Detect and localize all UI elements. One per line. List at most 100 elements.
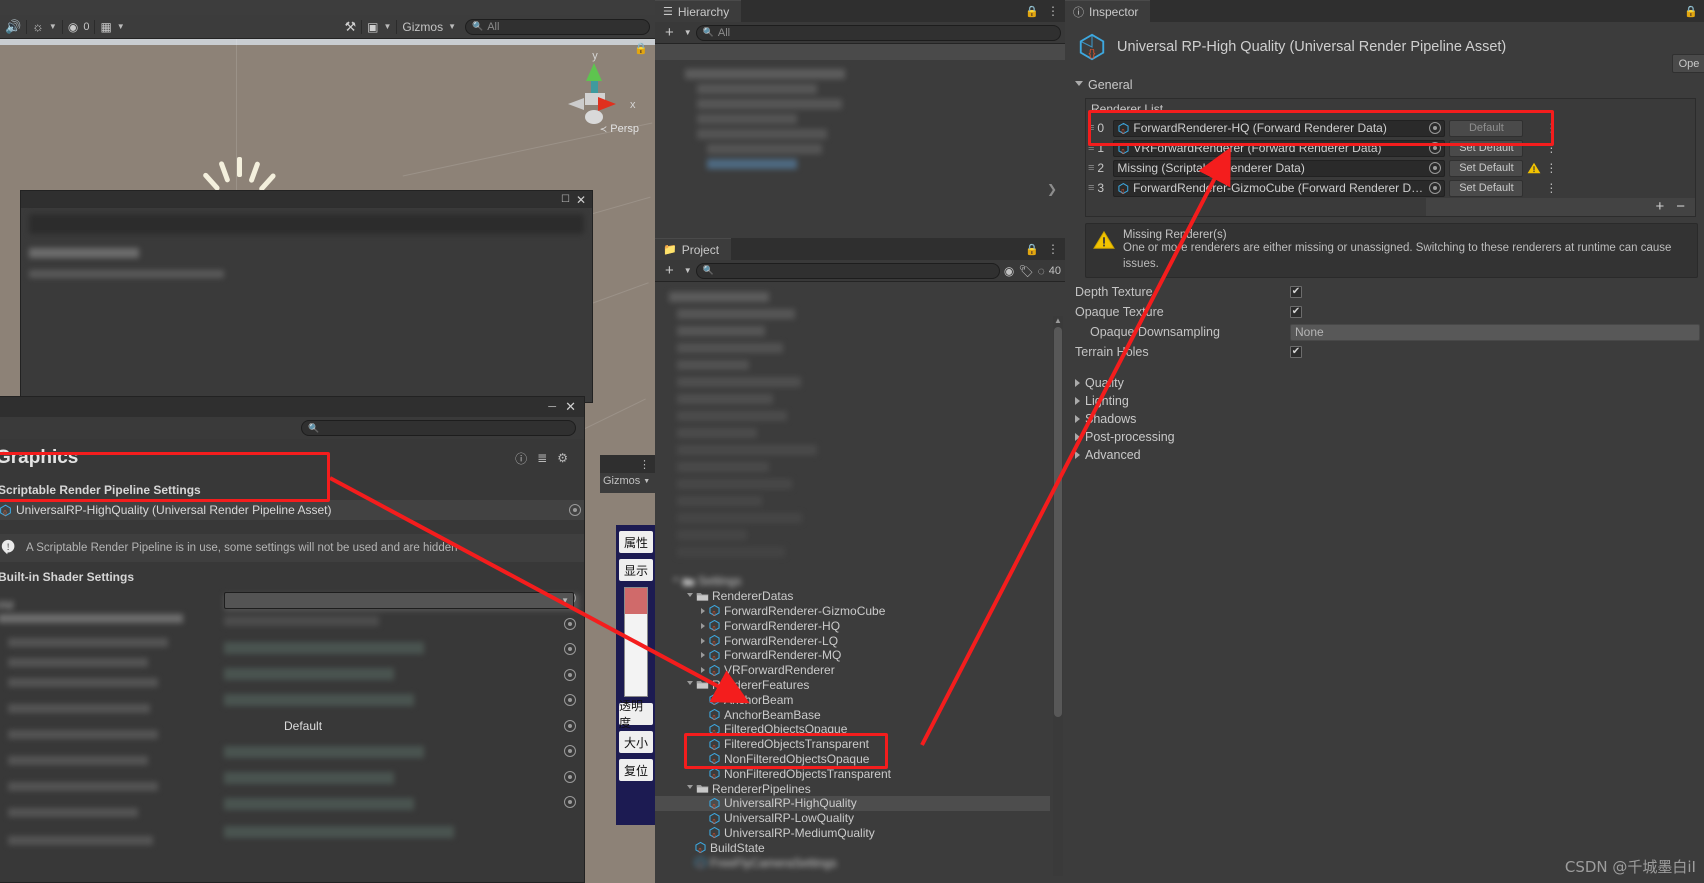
renderer-list-remove-button[interactable]: − <box>1676 199 1685 214</box>
project-tree-row[interactable]: {} FreeFlyCameraSettings <box>655 855 1050 870</box>
lock-icon[interactable]: 🔒 <box>1025 5 1039 18</box>
property-checkbox[interactable]: ✔ <box>1290 286 1302 299</box>
lock-icon[interactable]: 🔒 <box>1684 5 1698 18</box>
close-icon[interactable]: ✕ <box>565 399 576 415</box>
object-picker-icon[interactable] <box>564 617 576 630</box>
project-tree-row[interactable]: {} ForwardRenderer-MQ <box>655 648 1050 663</box>
graphics-search-input[interactable]: 🔍 <box>301 420 576 436</box>
project-tree-row[interactable]: {} BuildState <box>655 840 1050 855</box>
lock-icon[interactable]: 🔒 <box>1025 243 1039 256</box>
project-tree-row[interactable]: RendererDatas <box>655 589 1050 604</box>
section-general[interactable]: General <box>1065 74 1704 96</box>
scene-search-input[interactable]: 🔍 All <box>465 18 650 35</box>
hierarchy-add-button[interactable]: + <box>659 24 680 41</box>
object-picker-icon[interactable] <box>564 719 576 732</box>
chevron-right-icon[interactable] <box>701 607 705 614</box>
inspector-property-row[interactable]: Opaque Downsampling None <box>1075 322 1704 342</box>
chevron-right-icon[interactable] <box>701 622 705 629</box>
project-tree-row[interactable]: {} ForwardRenderer-LQ <box>655 633 1050 648</box>
filter-type-icon[interactable]: ◉ <box>1004 264 1014 278</box>
lighting-icon[interactable]: ☼ <box>32 19 44 34</box>
project-tree-row[interactable]: RendererFeatures <box>655 678 1050 693</box>
kebab-menu-icon[interactable]: ⋮ <box>639 458 650 471</box>
preset-icon[interactable]: ≣ <box>537 451 547 465</box>
grid-snap-icon[interactable]: ▦ <box>100 20 111 34</box>
tab-hierarchy[interactable]: ☰ Hierarchy <box>655 0 742 22</box>
project-tree-row[interactable]: {} AnchorBeamBase <box>655 707 1050 722</box>
tab-project[interactable]: 📁 Project <box>655 238 732 260</box>
project-tree-row[interactable]: {} VRForwardRenderer <box>655 663 1050 678</box>
chinese-vertical-toolbar[interactable]: 属性 显示 透明度 大小 复位 <box>616 525 656 825</box>
color-slider[interactable] <box>624 587 648 697</box>
renderer-object-field[interactable]: {} ForwardRenderer-GizmoCube (Forward Ren… <box>1113 179 1446 197</box>
object-picker-icon[interactable] <box>564 694 576 706</box>
project-tree-row[interactable]: {} FilteredObjectsTransparent <box>655 737 1050 752</box>
hierarchy-search-input[interactable]: 🔍 All <box>695 24 1061 41</box>
srp-asset-field[interactable]: {} UniversalRP-HighQuality (Universal Re… <box>0 500 584 520</box>
object-picker-icon[interactable] <box>1429 142 1442 154</box>
renderer-list-rows[interactable]: ≡ 0{} ForwardRenderer-HQ (Forward Renderer… <box>1086 118 1695 198</box>
inspector-property-row[interactable]: Terrain Holes ✔ <box>1075 342 1704 362</box>
kebab-menu-icon[interactable]: ⋮ <box>1047 4 1059 18</box>
chevron-down-icon[interactable]: ▼ <box>684 28 692 37</box>
drag-handle-icon[interactable]: ≡ <box>1088 142 1095 154</box>
section-post-processing[interactable]: Post-processing <box>1075 428 1704 446</box>
hierarchy-tree[interactable]: ❯ <box>655 44 1065 238</box>
color-slider-handle[interactable] <box>625 588 647 614</box>
project-tree-row[interactable]: {} ForwardRenderer-HQ <box>655 618 1050 633</box>
object-picker-icon[interactable] <box>569 504 581 516</box>
renderer-object-field[interactable]: {} ForwardRenderer-HQ (Forward Renderer D… <box>1113 119 1446 137</box>
project-tree[interactable]: Settings RendererDatas {} ForwardRenderer-G… <box>655 282 1065 882</box>
inspector-foldouts[interactable]: Quality Lighting Shadows Post-processing Adv… <box>1065 374 1704 464</box>
project-tree-rows[interactable]: Settings RendererDatas {} ForwardRenderer-G… <box>655 574 1050 870</box>
project-search-input[interactable]: 🔍 <box>695 262 1000 279</box>
project-tree-row[interactable]: {} AnchorBeam <box>655 692 1050 707</box>
project-scrollbar[interactable]: ▲ <box>1053 316 1063 876</box>
chevron-down-icon[interactable] <box>687 785 693 792</box>
inspector-properties[interactable]: Depth Texture ✔ Opaque Texture ✔ Opaque Down… <box>1065 282 1704 362</box>
maximize-icon[interactable]: ☐ <box>561 194 570 205</box>
section-lighting[interactable]: Lighting <box>1075 392 1704 410</box>
inspector-property-row[interactable]: Opaque Texture ✔ <box>1075 302 1704 322</box>
scene-projection-label[interactable]: ≺ Persp <box>600 123 639 135</box>
renderer-list-row[interactable]: ≡ 1 {} VRForwardRenderer (Forward Renderer … <box>1086 138 1695 158</box>
grid-dropdown-arrow[interactable]: ▼ <box>117 22 125 31</box>
kebab-menu-icon[interactable]: ⋮ <box>1545 121 1557 135</box>
inspector-property-row[interactable]: Depth Texture ✔ <box>1075 282 1704 302</box>
object-picker-icon[interactable] <box>564 643 576 655</box>
set-default-button[interactable]: Set Default <box>1449 159 1524 177</box>
cn-button-size[interactable]: 大小 <box>619 731 653 753</box>
renderer-list-row[interactable]: ≡ 3 {} ForwardRenderer-GizmoCube (Forward R… <box>1086 178 1695 198</box>
close-icon[interactable]: ✕ <box>576 193 586 207</box>
object-picker-icon[interactable] <box>564 745 576 757</box>
renderer-object-field[interactable]: Missing (Scriptable Renderer Data) <box>1113 159 1446 177</box>
project-tree-row[interactable]: {} ForwardRenderer-GizmoCube <box>655 604 1050 619</box>
gizmos-dropdown-arrow[interactable]: ▼ <box>448 22 456 31</box>
object-picker-icon[interactable] <box>564 770 576 783</box>
preferences-window[interactable]: ☐ ✕ <box>20 190 593 403</box>
renderer-list-row[interactable]: ≡ 0 {} ForwardRenderer-HQ (Forward Renderer… <box>1086 118 1695 138</box>
renderer-object-field[interactable]: {} VRForwardRenderer (Forward Renderer Da… <box>1113 139 1446 157</box>
drag-handle-icon[interactable]: ≡ <box>1088 162 1095 174</box>
project-tree-row[interactable]: {} UniversalRP-HighQuality <box>655 795 1050 811</box>
object-picker-icon[interactable] <box>1429 122 1442 134</box>
chevron-right-icon[interactable] <box>701 667 705 674</box>
builtin-shader-dropdown[interactable]: ▼ <box>224 592 574 609</box>
kebab-menu-icon[interactable]: ⋮ <box>1545 181 1557 195</box>
set-default-button[interactable]: Set Default <box>1449 179 1524 197</box>
drag-handle-icon[interactable]: ≡ <box>1088 182 1095 194</box>
cn-button-reset[interactable]: 复位 <box>619 759 653 781</box>
section-shadows[interactable]: Shadows <box>1075 410 1704 428</box>
hierarchy-expand-arrow[interactable]: ❯ <box>1047 182 1057 196</box>
set-default-button[interactable]: Set Default <box>1449 139 1524 157</box>
scroll-up-arrow[interactable]: ▲ <box>1053 316 1063 326</box>
cn-button-attributes[interactable]: 属性 <box>619 531 653 553</box>
scene-tools-icon[interactable]: ⚒ <box>344 19 356 35</box>
default-indicator-button[interactable]: Default <box>1449 119 1524 137</box>
property-checkbox[interactable]: ✔ <box>1290 306 1302 319</box>
drag-handle-icon[interactable]: ≡ <box>1088 122 1095 134</box>
section-quality[interactable]: Quality <box>1075 374 1704 392</box>
project-tree-row[interactable]: {} UniversalRP-MediumQuality <box>655 826 1050 841</box>
hierarchy-scene-row[interactable] <box>655 44 1065 60</box>
project-scrollbar-thumb[interactable] <box>1054 327 1062 717</box>
